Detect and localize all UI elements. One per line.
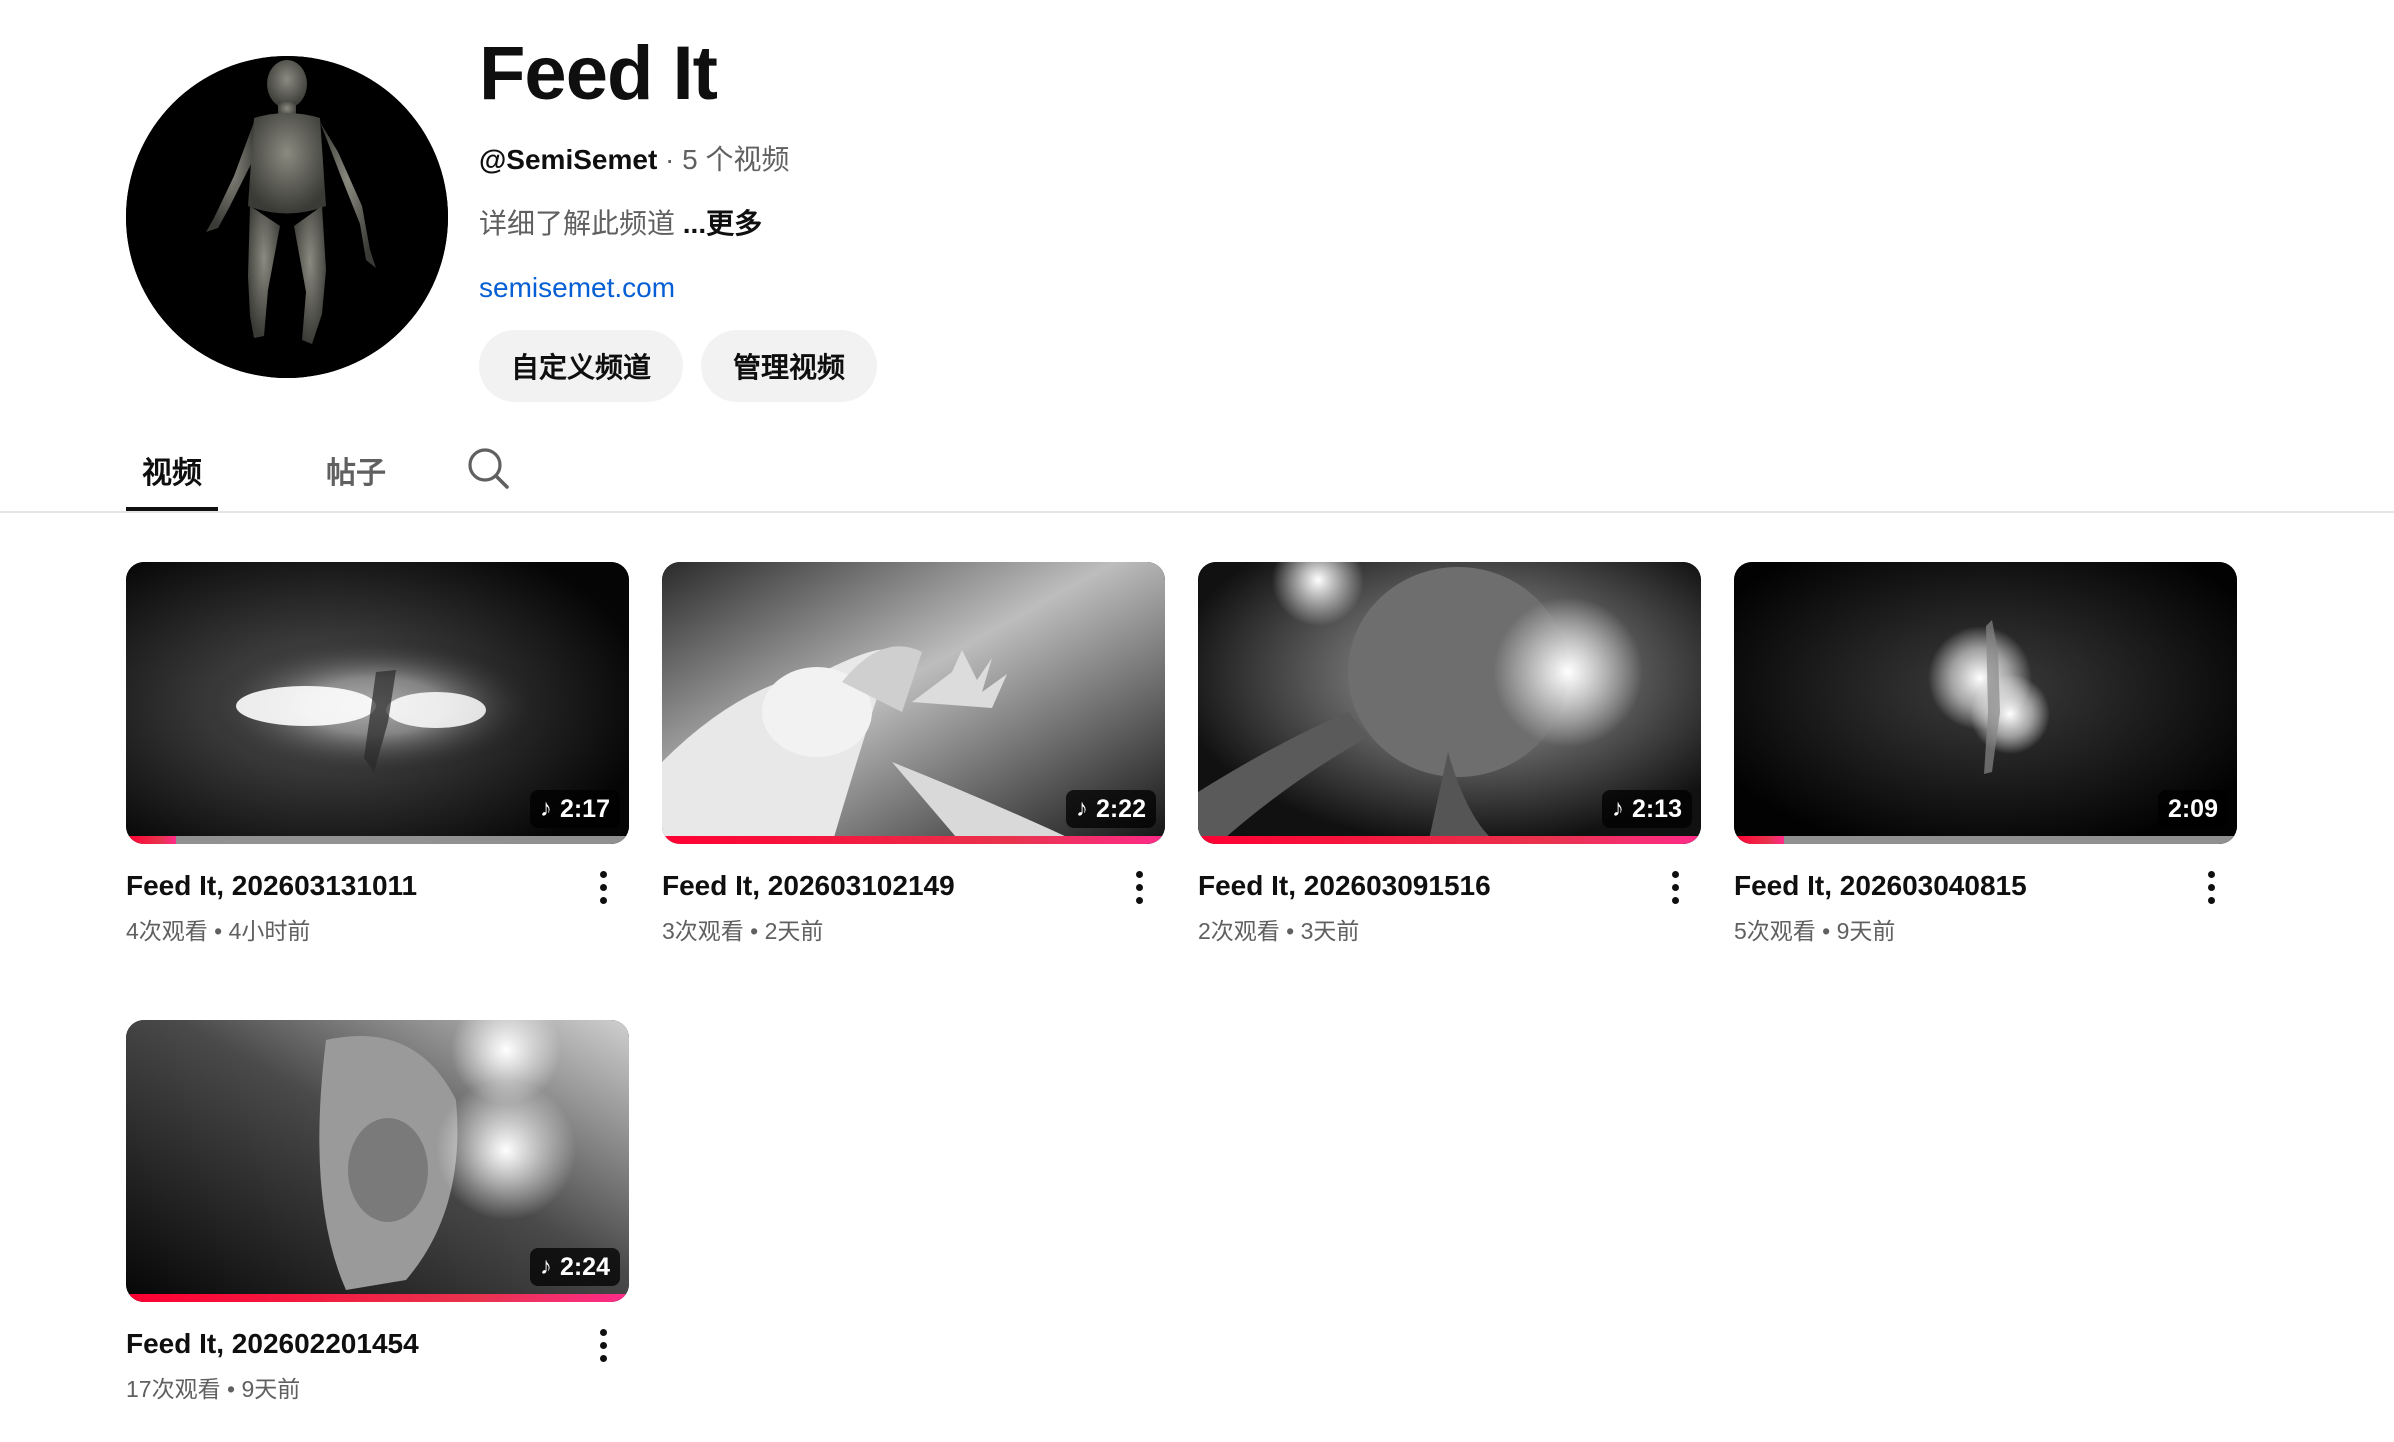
video-thumbnail[interactable]: 2:09 [1734,562,2237,844]
video-title[interactable]: Feed It, 202603040815 [1734,868,2174,904]
more-actions-button[interactable] [583,1320,623,1370]
view-count: 5次观看 [1734,918,1816,944]
meta-dot: • [1279,918,1301,944]
channel-title: Feed It [479,31,718,116]
video-grid: ♪ 2:17 Feed It, 202603131011 4次观看 • 4小时前 … [126,562,2237,1416]
video-title[interactable]: Feed It, 202603131011 [126,868,566,904]
video-meta: 3次观看 • 2天前 [662,916,1165,946]
watch-progress-fill [1198,836,1701,844]
upload-age: 3天前 [1300,918,1360,944]
channel-tabs: 视频 帖子 [126,430,518,512]
video-meta: 4次观看 • 4小时前 [126,916,629,946]
video-meta: 2次观看 • 3天前 [1198,916,1701,946]
video-card: ♪ 2:22 Feed It, 202603102149 3次观看 • 2天前 [662,562,1165,958]
music-note-icon: ♪ [1075,795,1088,822]
duration-text: 2:13 [1631,794,1682,823]
watch-progress-bar [126,836,629,844]
video-meta: 17次观看 • 9天前 [126,1374,629,1404]
watch-progress-fill [1734,836,1785,844]
video-thumbnail[interactable]: ♪ 2:13 [1198,562,1701,844]
view-count: 2次观看 [1198,918,1280,944]
view-count: 3次观看 [662,918,744,944]
video-thumbnail[interactable]: ♪ 2:22 [662,562,1165,844]
duration-badge: ♪ 2:13 [1601,790,1692,828]
duration-badge: ♪ 2:24 [529,1248,620,1286]
video-card: ♪ 2:24 Feed It, 202602201454 17次观看 • 9天前 [126,1020,629,1416]
upload-age: 9天前 [1836,918,1896,944]
channel-website-link[interactable]: semisemet.com [479,270,877,306]
watch-progress-bar [126,1294,629,1302]
tab-posts[interactable]: 帖子 [310,430,402,510]
more-actions-button[interactable] [1119,862,1159,912]
channel-info: Feed It @SemiSemet · 5 个视频 详细了解此频道 ...更多… [479,28,878,402]
manage-videos-button[interactable]: 管理视频 [701,330,878,402]
view-count: 17次观看 [126,1376,221,1402]
channel-buttons: 自定义频道 管理视频 [479,330,878,402]
duration-badge: ♪ 2:17 [529,790,620,828]
duration-text: 2:09 [2167,794,2218,823]
duration-badge: 2:09 [2157,790,2228,828]
watch-progress-fill [126,836,177,844]
tabs-divider [0,511,2394,513]
more-actions-button[interactable] [1655,862,1695,912]
video-card: ♪ 2:13 Feed It, 202603091516 2次观看 • 3天前 [1198,562,1701,958]
music-note-icon: ♪ [539,1253,552,1280]
watch-progress-bar [1198,836,1701,844]
channel-meta: @SemiSemet · 5 个视频 [479,142,877,178]
watch-progress-fill [126,1294,629,1302]
upload-age: 2天前 [764,918,824,944]
channel-avatar[interactable] [126,56,448,378]
meta-dot: • [207,918,229,944]
duration-text: 2:22 [1095,794,1146,823]
meta-dot: • [220,1376,242,1402]
video-card: 2:09 Feed It, 202603040815 5次观看 • 9天前 [1734,562,2237,958]
video-count: 5 个视频 [682,144,790,175]
music-note-icon: ♪ [1611,795,1624,822]
meta-separator: · [657,144,683,175]
duration-text: 2:17 [559,794,610,823]
description-text: 详细了解此频道 [479,208,683,239]
watch-progress-fill [662,836,1165,844]
channel-handle: @SemiSemet [479,144,658,175]
more-link[interactable]: ...更多 [683,208,762,239]
video-title[interactable]: Feed It, 202603102149 [662,868,1102,904]
duration-badge: ♪ 2:22 [1065,790,1156,828]
tab-search[interactable] [458,430,518,510]
channel-description[interactable]: 详细了解此频道 ...更多 [479,206,877,242]
search-icon [466,446,510,495]
customize-channel-button[interactable]: 自定义频道 [479,330,684,402]
more-actions-button[interactable] [583,862,623,912]
music-note-icon: ♪ [539,795,552,822]
tab-videos[interactable]: 视频 [126,430,218,512]
video-title[interactable]: Feed It, 202603091516 [1198,868,1638,904]
upload-age: 9天前 [241,1376,301,1402]
video-title[interactable]: Feed It, 202602201454 [126,1326,566,1362]
more-actions-button[interactable] [2191,862,2231,912]
watch-progress-bar [1734,836,2237,844]
watch-progress-bar [662,836,1165,844]
meta-dot: • [743,918,765,944]
video-thumbnail[interactable]: ♪ 2:24 [126,1020,629,1302]
upload-age: 4小时前 [228,918,311,944]
video-meta: 5次观看 • 9天前 [1734,916,2237,946]
video-card: ♪ 2:17 Feed It, 202603131011 4次观看 • 4小时前 [126,562,629,958]
meta-dot: • [1815,918,1837,944]
view-count: 4次观看 [126,918,208,944]
duration-text: 2:24 [559,1252,610,1281]
video-thumbnail[interactable]: ♪ 2:17 [126,562,629,844]
